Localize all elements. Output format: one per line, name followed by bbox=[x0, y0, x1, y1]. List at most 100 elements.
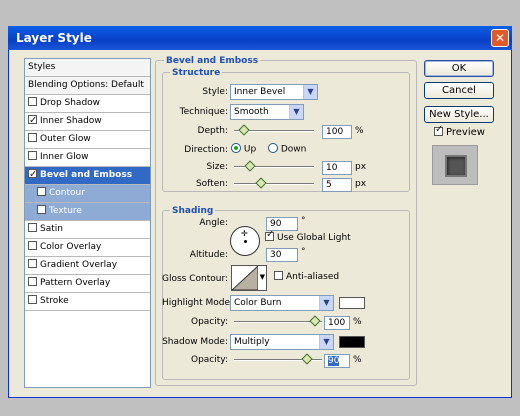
style-item-label: Satin bbox=[40, 224, 63, 234]
direction-down-label: Down bbox=[280, 144, 307, 155]
style-item-label: Gradient Overlay bbox=[40, 260, 118, 270]
style-item-contour[interactable]: Contour bbox=[25, 185, 150, 203]
radio-up[interactable] bbox=[231, 143, 241, 153]
angle-center-dot bbox=[244, 240, 247, 243]
checkbox[interactable] bbox=[28, 97, 37, 106]
angle-unit: ° bbox=[301, 216, 306, 226]
highlight-opacity-unit: % bbox=[353, 317, 362, 327]
shadow-mode-value: Multiply bbox=[234, 337, 270, 347]
checkbox[interactable] bbox=[28, 151, 37, 160]
anti-aliased-checkbox[interactable] bbox=[274, 271, 283, 280]
highlight-mode-select[interactable]: Color Burn ▼ bbox=[230, 295, 334, 311]
checkbox[interactable] bbox=[37, 205, 46, 214]
close-button[interactable]: ✕ bbox=[491, 29, 509, 47]
style-item-stroke[interactable]: Stroke bbox=[25, 293, 150, 311]
highlight-mode-value: Color Burn bbox=[234, 298, 282, 308]
style-item-texture[interactable]: Texture bbox=[25, 203, 150, 221]
chevron-down-icon: ▼ bbox=[303, 85, 317, 99]
preview-option[interactable]: Preview bbox=[434, 124, 485, 138]
use-global-light-option[interactable]: Use Global Light bbox=[265, 229, 351, 243]
style-item-label: Texture bbox=[49, 206, 82, 216]
shadow-color-swatch[interactable] bbox=[339, 336, 365, 348]
checkbox[interactable] bbox=[28, 295, 37, 304]
angle-crosshair-icon: ✛ bbox=[241, 229, 248, 238]
style-item-outer-glow[interactable]: Outer Glow bbox=[25, 131, 150, 149]
altitude-label: Altitude: bbox=[189, 250, 228, 260]
style-item-label: Outer Glow bbox=[40, 134, 91, 144]
highlight-opacity-input[interactable]: 100 bbox=[324, 316, 350, 330]
checkbox[interactable] bbox=[28, 259, 37, 268]
altitude-input[interactable]: 30 bbox=[266, 248, 298, 262]
gloss-contour-label: Gloss Contour: bbox=[162, 274, 229, 284]
highlight-mode-label: Highlight Mode: bbox=[162, 298, 234, 308]
checkbox[interactable] bbox=[28, 241, 37, 250]
use-global-light-checkbox[interactable] bbox=[265, 229, 274, 241]
technique-label: Technique: bbox=[179, 107, 228, 117]
structure-title: Structure bbox=[170, 68, 223, 78]
checkbox[interactable] bbox=[28, 277, 37, 286]
depth-input[interactable]: 100 bbox=[322, 125, 352, 139]
technique-select[interactable]: Smooth ▼ bbox=[230, 104, 304, 120]
checkbox[interactable] bbox=[28, 223, 37, 232]
gloss-contour-picker[interactable]: ▼ bbox=[231, 265, 267, 291]
style-item-inner-shadow[interactable]: Inner Shadow bbox=[25, 112, 150, 131]
shading-title: Shading bbox=[170, 206, 216, 216]
new-style-button[interactable]: New Style... bbox=[424, 106, 494, 123]
preview-label: Preview bbox=[446, 127, 485, 138]
shadow-opacity-input[interactable]: 90 bbox=[324, 354, 350, 368]
style-item-label: Color Overlay bbox=[40, 242, 102, 252]
shadow-opacity-unit: % bbox=[353, 355, 362, 365]
size-input[interactable]: 10 bbox=[322, 161, 352, 175]
checkbox[interactable] bbox=[37, 187, 46, 196]
style-item-label: Inner Glow bbox=[40, 152, 89, 162]
altitude-unit: ° bbox=[301, 247, 306, 257]
style-item-pattern-overlay[interactable]: Pattern Overlay bbox=[25, 275, 150, 293]
chevron-down-icon[interactable]: ▼ bbox=[260, 273, 265, 281]
style-select-value: Inner Bevel bbox=[234, 87, 286, 97]
style-item-label: Stroke bbox=[40, 296, 69, 306]
close-icon: ✕ bbox=[494, 31, 506, 45]
chevron-down-icon: ▼ bbox=[319, 296, 333, 310]
style-item-label: Bevel and Emboss bbox=[40, 170, 133, 180]
direction-down-option[interactable]: Down bbox=[268, 143, 307, 155]
style-item-gradient-overlay[interactable]: Gradient Overlay bbox=[25, 257, 150, 275]
angle-label: Angle: bbox=[199, 218, 228, 228]
highlight-color-swatch[interactable] bbox=[339, 297, 365, 309]
shadow-mode-select[interactable]: Multiply ▼ bbox=[230, 334, 334, 350]
styles-header[interactable]: Styles bbox=[25, 59, 150, 77]
title-bar[interactable]: Layer Style ✕ bbox=[8, 26, 512, 50]
angle-dial[interactable]: ✛ bbox=[230, 226, 260, 256]
depth-label: Depth: bbox=[197, 126, 228, 136]
style-select[interactable]: Inner Bevel ▼ bbox=[230, 84, 318, 100]
style-preview bbox=[432, 145, 478, 185]
direction-up-label: Up bbox=[243, 144, 257, 155]
ok-button[interactable]: OK bbox=[424, 60, 494, 77]
contour-curve-icon bbox=[232, 266, 258, 290]
soften-input[interactable]: 5 bbox=[322, 178, 352, 192]
style-item-label: Contour bbox=[49, 188, 85, 198]
soften-slider[interactable] bbox=[234, 183, 314, 185]
soften-label: Soften: bbox=[195, 179, 228, 189]
checkbox[interactable] bbox=[28, 166, 37, 183]
window-title: Layer Style bbox=[16, 31, 92, 45]
anti-aliased-option[interactable]: Anti-aliased bbox=[274, 271, 340, 282]
blending-options-label: Blending Options: Default bbox=[28, 80, 144, 90]
style-item-satin[interactable]: Satin bbox=[25, 221, 150, 239]
size-unit: px bbox=[355, 162, 367, 172]
bevel-panel-title: Bevel and Emboss bbox=[164, 56, 261, 66]
anti-aliased-label: Anti-aliased bbox=[286, 272, 340, 282]
cancel-button[interactable]: Cancel bbox=[424, 82, 494, 99]
style-item-color-overlay[interactable]: Color Overlay bbox=[25, 239, 150, 257]
checkbox[interactable] bbox=[28, 133, 37, 142]
direction-up-option[interactable]: Up bbox=[231, 143, 257, 155]
checkbox[interactable] bbox=[28, 112, 37, 129]
use-global-light-label: Use Global Light bbox=[277, 233, 351, 243]
style-item-label: Inner Shadow bbox=[40, 116, 102, 126]
blending-options[interactable]: Blending Options: Default bbox=[25, 77, 150, 95]
radio-down[interactable] bbox=[268, 143, 278, 153]
style-item-bevel-and-emboss[interactable]: Bevel and Emboss bbox=[25, 166, 150, 185]
style-item-drop-shadow[interactable]: Drop Shadow bbox=[25, 95, 150, 113]
preview-checkbox[interactable] bbox=[434, 124, 443, 136]
style-item-inner-glow[interactable]: Inner Glow bbox=[25, 149, 150, 167]
depth-unit: % bbox=[355, 126, 364, 136]
